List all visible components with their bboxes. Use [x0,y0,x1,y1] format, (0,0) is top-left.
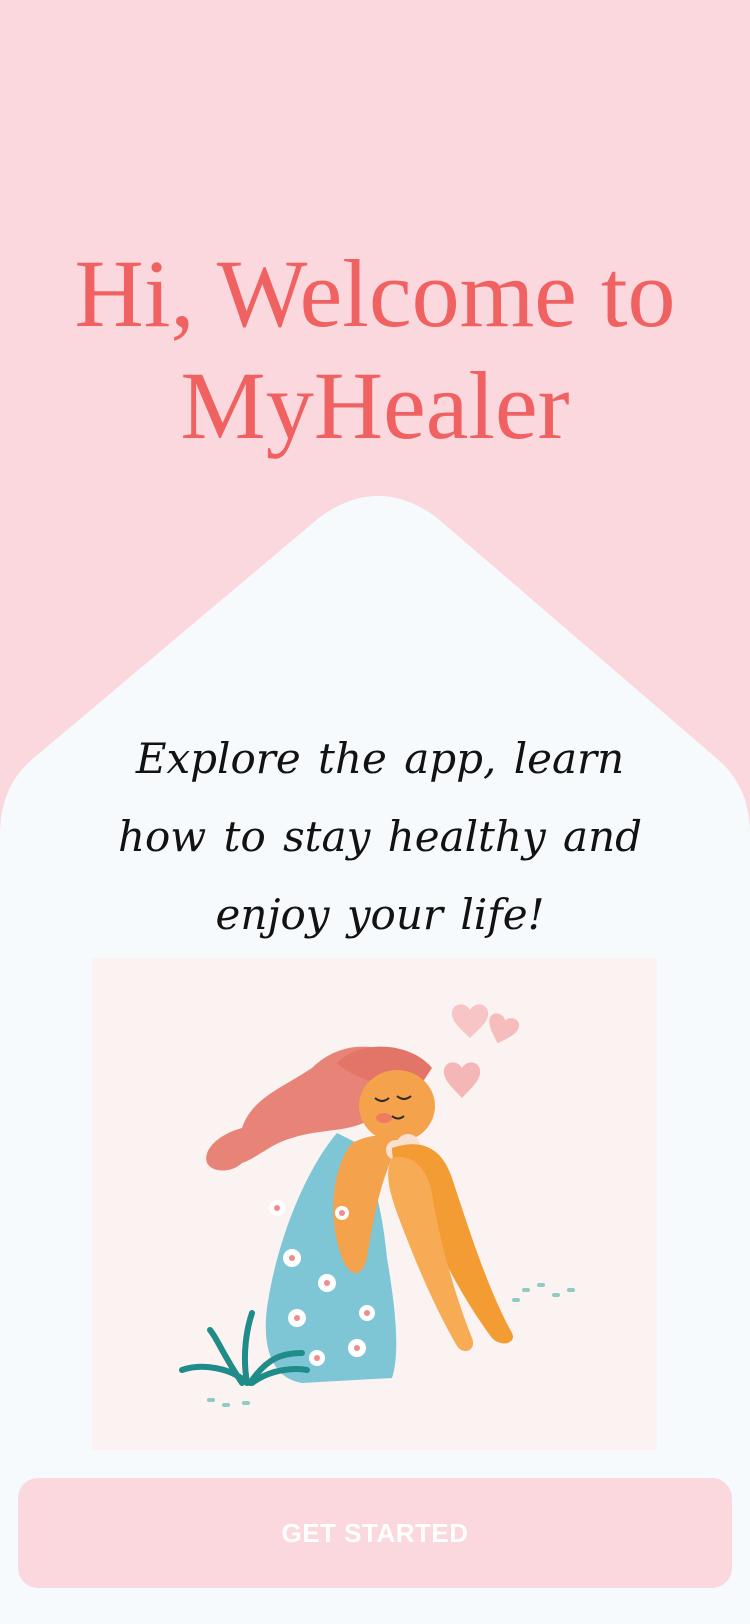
welcome-title-line-2: MyHealer [180,352,570,459]
woman-sitting-with-hearts-icon [179,1004,575,1407]
welcome-title: Hi, Welcome to MyHealer [0,238,750,462]
welcome-screen: Hi, Welcome to MyHealer Explore the app,… [0,0,750,1624]
tagline-text: Explore the app, learn how to stay healt… [117,734,643,939]
welcome-title-line-1: Hi, Welcome to [74,240,676,347]
get-started-button[interactable]: GET STARTED [18,1478,732,1588]
woman-sitting-illustration [92,958,657,1450]
